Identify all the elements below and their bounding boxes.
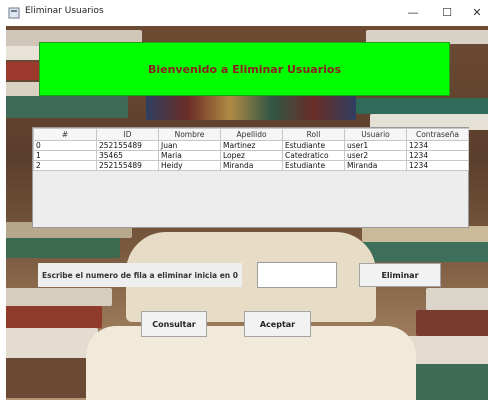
table-cell: user1 [344, 140, 407, 151]
aceptar-button[interactable]: Aceptar [244, 311, 311, 337]
welcome-banner: Bienvenido a Eliminar Usuarios [39, 42, 450, 96]
table-row[interactable]: 2 252155489 Heidy Miranda Estudiante Mir… [33, 160, 469, 171]
window-app-icon [8, 7, 20, 19]
table-cell: Maria [158, 150, 221, 161]
table-cell: Miranda [220, 160, 283, 171]
table-cell: Juan [158, 140, 221, 151]
table-cell: 252155489 [96, 160, 159, 171]
column-header-index[interactable]: # [33, 128, 97, 141]
table-cell: Miranda [344, 160, 407, 171]
table-cell: Heidy [158, 160, 221, 171]
table-cell: 2 [33, 160, 97, 171]
users-table[interactable]: # ID Nombre Apellido Roll Usuario Contra… [32, 127, 469, 228]
minimize-button[interactable]: — [398, 2, 428, 24]
table-cell: Lopez [220, 150, 283, 161]
table-cell: 252155489 [96, 140, 159, 151]
close-button[interactable]: ✕ [462, 2, 492, 24]
window-title: Eliminar Usuarios [25, 6, 104, 16]
maximize-button[interactable]: ☐ [432, 2, 462, 24]
column-header-usuario[interactable]: Usuario [344, 128, 407, 141]
table-cell: Estudiante [282, 140, 345, 151]
consultar-button[interactable]: Consultar [141, 311, 207, 337]
table-cell: 1234 [406, 160, 469, 171]
row-number-input[interactable] [257, 262, 337, 288]
table-cell: user2 [344, 150, 407, 161]
column-header-id[interactable]: ID [96, 128, 159, 141]
table-cell: Martinez [220, 140, 283, 151]
table-row[interactable]: 0 252155489 Juan Martinez Estudiante use… [33, 140, 469, 151]
welcome-title: Bienvenido a Eliminar Usuarios [147, 62, 342, 76]
window-content: Bienvenido a Eliminar Usuarios # ID Nomb… [6, 26, 488, 400]
table-cell: 1234 [406, 150, 469, 161]
table-cell: Catedratico [282, 150, 345, 161]
row-number-instruction: Escribe el numero de fila a eliminar ini… [38, 263, 242, 287]
column-header-nombre[interactable]: Nombre [158, 128, 221, 141]
table-cell: 1234 [406, 140, 469, 151]
table-cell: 35465 [96, 150, 159, 161]
eliminar-button[interactable]: Eliminar [359, 263, 441, 287]
table-cell: 0 [33, 140, 97, 151]
column-header-contrasena[interactable]: Contraseña [406, 128, 469, 141]
table-header-row: # ID Nombre Apellido Roll Usuario Contra… [33, 128, 469, 141]
column-header-roll[interactable]: Roll [282, 128, 345, 141]
column-header-apellido[interactable]: Apellido [220, 128, 283, 141]
table-row[interactable]: 1 35465 Maria Lopez Catedratico user2 12… [33, 150, 469, 161]
title-bar: Eliminar Usuarios — ☐ ✕ [0, 0, 492, 26]
table-cell: 1 [33, 150, 97, 161]
table-cell: Estudiante [282, 160, 345, 171]
